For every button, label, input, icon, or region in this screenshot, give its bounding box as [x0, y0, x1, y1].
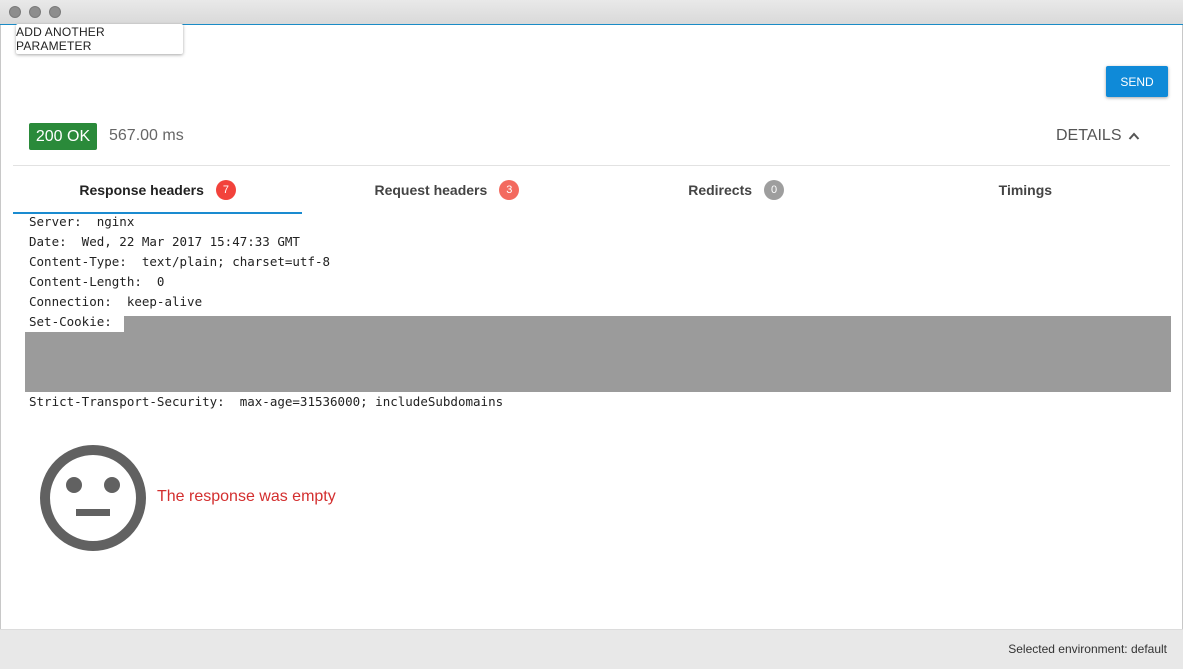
tab-label: Timings — [998, 182, 1053, 198]
header-line: Strict-Transport-Security: max-age=31536… — [29, 394, 504, 409]
header-line: Connection: keep-alive — [29, 294, 203, 309]
tab-label: Request headers — [374, 182, 488, 198]
tab-timings[interactable]: Timings — [881, 166, 1170, 214]
app-window: ADD ANOTHER PARAMETER SEND 200 OK 567.00… — [0, 0, 1183, 669]
chevron-up-icon — [1128, 132, 1139, 140]
count-badge: 3 — [499, 180, 520, 200]
tab-request-headers[interactable]: Request headers 3 — [302, 166, 591, 214]
header-line: Content-Length: 0 — [29, 274, 165, 289]
details-label: DETAILS — [1056, 127, 1122, 144]
tab-label: Response headers — [79, 182, 204, 198]
empty-response-message: The response was empty — [157, 488, 336, 505]
response-headers-list: Server: nginx Date: Wed, 22 Mar 2017 15:… — [29, 212, 330, 312]
header-line: Server: nginx — [29, 214, 135, 229]
response-tabs: Response headers 7 Request headers 3 Red… — [13, 166, 1170, 214]
close-window-button[interactable] — [9, 6, 21, 18]
environment-label[interactable]: Selected environment: default — [1008, 642, 1167, 656]
left-border — [0, 25, 1, 629]
minimize-window-button[interactable] — [29, 6, 41, 18]
title-bar — [0, 0, 1183, 25]
maximize-window-button[interactable] — [49, 6, 61, 18]
response-time: 567.00 ms — [109, 127, 184, 144]
send-button[interactable]: SEND — [1106, 66, 1168, 97]
status-bar: Selected environment: default — [0, 629, 1183, 669]
count-badge: 7 — [215, 180, 236, 200]
set-cookie-label: Set-Cookie: — [29, 314, 112, 329]
redacted-cookie-value — [25, 316, 1171, 392]
header-line: Content-Type: text/plain; charset=utf-8 — [29, 254, 331, 269]
tab-response-headers[interactable]: Response headers 7 — [13, 166, 303, 214]
details-toggle[interactable]: DETAILS — [1056, 127, 1140, 145]
tab-label: Redirects — [688, 182, 753, 198]
tab-redirects[interactable]: Redirects 0 — [592, 166, 881, 214]
neutral-face-icon — [40, 445, 146, 551]
header-line: Date: Wed, 22 Mar 2017 15:47:33 GMT — [29, 234, 300, 249]
status-badge: 200 OK — [29, 123, 97, 150]
count-badge: 0 — [764, 180, 785, 200]
add-parameter-button[interactable]: ADD ANOTHER PARAMETER — [16, 24, 183, 54]
